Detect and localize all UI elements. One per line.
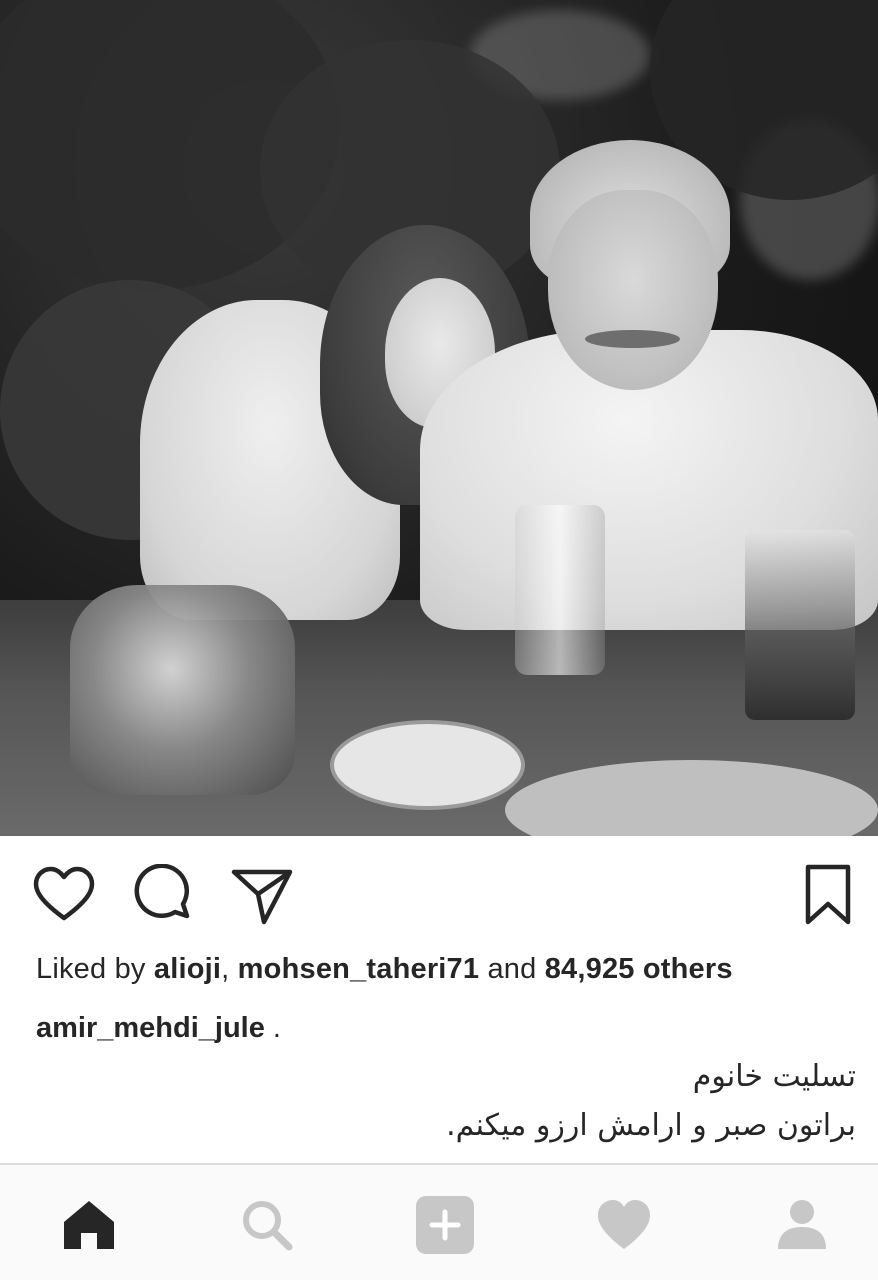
comment-author: amir_mehdi_jule . <box>36 1012 281 1045</box>
post-photo[interactable] <box>0 0 878 836</box>
comment-line: تسلیت خانوم <box>692 1059 856 1094</box>
send-plane-icon[interactable] <box>230 864 294 928</box>
comment-text: تسلیت خانوم براتون صبر و ارامش ارزو میکن… <box>296 1052 856 1150</box>
heart-filled-icon[interactable] <box>594 1195 654 1255</box>
search-icon[interactable] <box>237 1195 297 1255</box>
comment-bubble-icon[interactable] <box>132 863 196 928</box>
comment-line: براتون صبر و ارامش ارزو میکنم. <box>446 1108 856 1143</box>
likes-separator: , <box>221 953 238 985</box>
comment-username-suffix: . <box>264 1012 281 1044</box>
heart-outline-icon[interactable] <box>32 864 96 928</box>
home-icon[interactable] <box>59 1195 119 1255</box>
post-action-bar <box>0 836 878 948</box>
liker-username[interactable]: mohsen_taheri71 <box>238 953 480 985</box>
likes-prefix: Liked by <box>36 953 154 985</box>
liker-username[interactable]: alioji <box>154 953 221 985</box>
comment-username[interactable]: amir_mehdi_jule <box>36 1012 265 1044</box>
person-icon[interactable] <box>772 1195 832 1255</box>
bottom-nav <box>0 1163 878 1280</box>
bookmark-icon[interactable] <box>796 864 860 928</box>
likes-summary[interactable]: Liked by alioji, mohsen_taheri71 and 84,… <box>36 953 856 986</box>
plus-square-icon[interactable] <box>415 1195 475 1255</box>
likes-count[interactable]: 84,925 others <box>545 953 733 985</box>
likes-conjunction: and <box>479 953 545 985</box>
